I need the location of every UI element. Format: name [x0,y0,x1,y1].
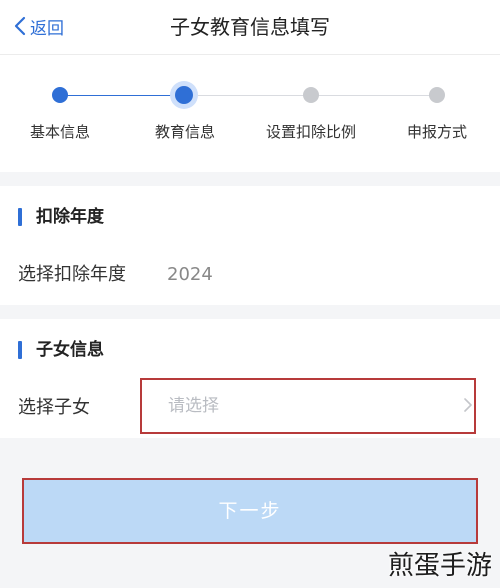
next-step-label: 下一步 [218,500,282,522]
navigation-bar: 返回 子女教育信息填写 [0,0,500,55]
next-step-button[interactable]: 下一步 [22,478,478,544]
step-dot-deduction-ratio [303,87,319,103]
step-label-filing-method: 申报方式 [406,123,467,141]
children-section-header: 子女信息 [0,319,500,382]
deduction-year-value[interactable]: 2024 [167,245,213,305]
step-dot-education-info [175,86,193,104]
deduction-year-section-header: 扣除年度 [0,186,500,249]
section-accent-bar [18,208,22,226]
page-title: 子女教育信息填写 [170,15,330,39]
deduction-year-section-title: 扣除年度 [36,207,104,227]
chevron-left-icon [14,16,26,36]
select-child-placeholder: 请选择 [168,396,219,416]
step-label-education-info: 教育信息 [154,123,215,141]
chevron-right-icon [464,398,472,412]
children-section-title: 子女信息 [36,340,104,360]
select-child-row: 选择子女 请选择 [0,378,500,438]
deduction-year-label: 选择扣除年度 [18,264,126,285]
deduction-year-row[interactable]: 选择扣除年度 2024 [0,245,500,305]
step-dot-filing-method [429,87,445,103]
select-child-picker[interactable]: 请选择 [140,378,476,434]
progress-stepper: 基本信息 教育信息 设置扣除比例 申报方式 [0,55,500,172]
step-dot-basic-info [52,87,68,103]
step-label-deduction-ratio: 设置扣除比例 [265,123,356,141]
step-connector-2 [184,95,311,96]
watermark: 煎蛋手游 [387,551,492,581]
step-connector-3 [311,95,437,96]
back-label: 返回 [30,18,64,39]
section-accent-bar [18,341,22,359]
back-button[interactable]: 返回 [14,12,64,40]
select-child-label: 选择子女 [18,397,90,418]
step-connector-1 [60,95,184,96]
step-label-basic-info: 基本信息 [29,123,90,141]
